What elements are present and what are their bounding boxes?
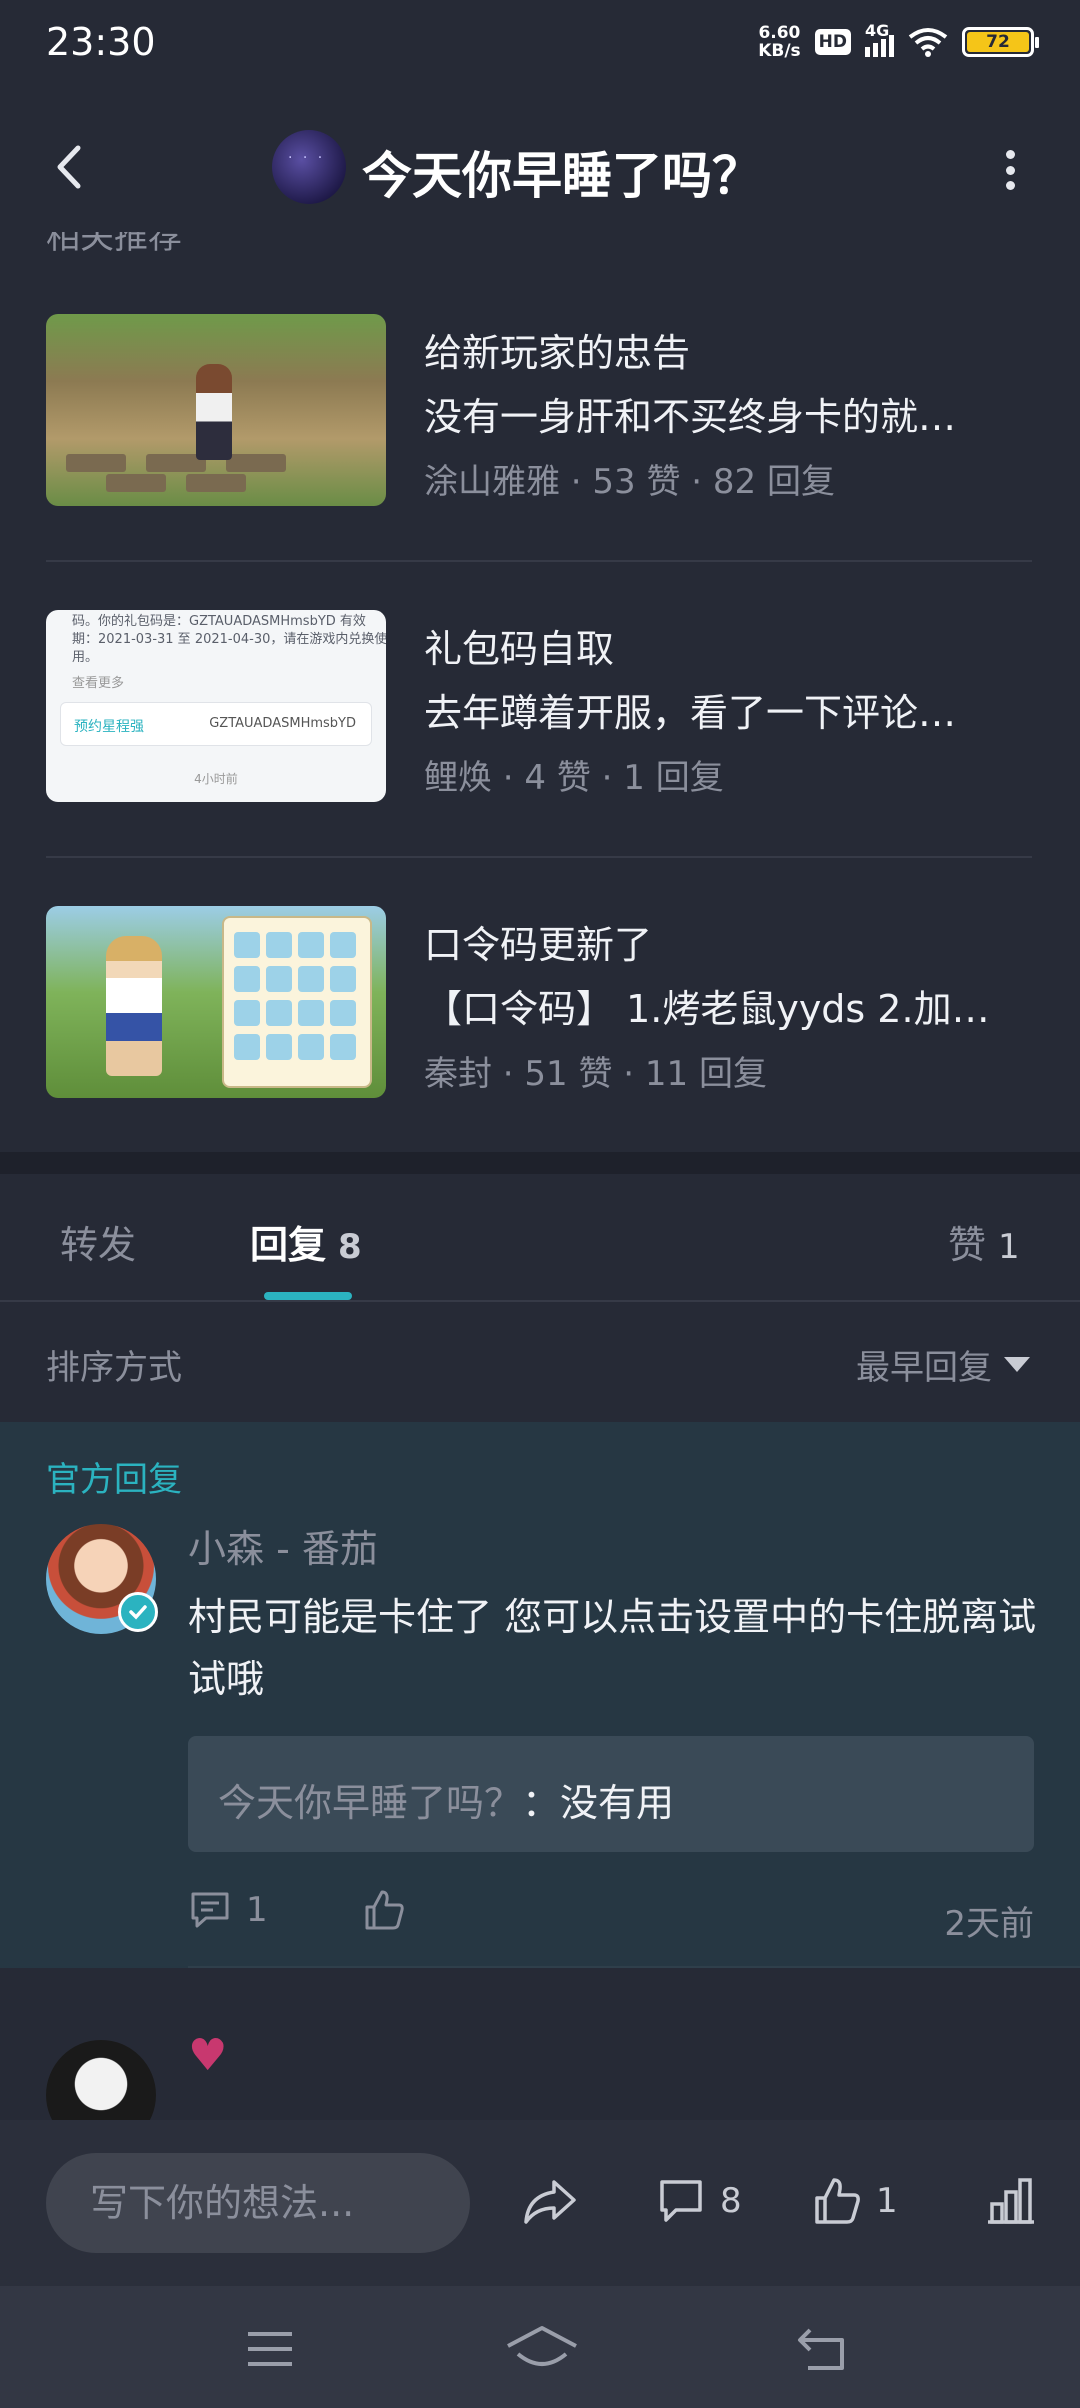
verified-badge-icon	[118, 1592, 158, 1632]
comment-button[interactable]: 8	[656, 2176, 742, 2226]
sort-label: 排序方式	[46, 1348, 182, 1388]
more-icon[interactable]	[1000, 150, 1020, 190]
battery-icon: 72	[962, 27, 1039, 57]
tab-bar: 转发 回复 8 赞1	[0, 1174, 1080, 1300]
reply-text: 村民可能是卡住了 您可以点击设置中的卡住脱离试试哦	[188, 1595, 1037, 1701]
comment-input[interactable]	[90, 2153, 450, 2253]
post-title: 礼包码自取	[424, 627, 615, 671]
sort-dropdown[interactable]: 最早回复	[856, 1340, 1030, 1389]
system-nav-bar	[0, 2286, 1080, 2408]
tab-forward[interactable]: 转发	[60, 1214, 136, 1269]
official-reply-label: 官方回复	[46, 1460, 182, 1500]
post-meta: 秦封 · 51 赞 · 11 回复	[424, 1054, 767, 1094]
divider	[46, 560, 1032, 562]
reply-author[interactable]: 小森 - 番茄	[188, 1518, 378, 1573]
post-thumbnail	[46, 906, 386, 1098]
header: 今天你早睡了吗？	[0, 120, 1080, 216]
hd-icon: HD	[814, 29, 851, 55]
signal-icon: 4G	[865, 21, 894, 57]
post-excerpt: 没有一身肝和不买终身卡的就…	[424, 395, 957, 439]
divider	[188, 1966, 1080, 1968]
group-avatar[interactable]	[272, 130, 346, 204]
reply-time: 2天前	[944, 1904, 1034, 1944]
status-time: 23:30	[46, 20, 156, 64]
home-icon[interactable]	[504, 2324, 580, 2374]
like-button[interactable]: 1	[812, 2176, 898, 2226]
post-title: 给新玩家的忠告	[424, 331, 691, 375]
reply-actions: 1 2天前	[188, 1888, 1034, 1948]
status-bar: 23:30 6.60 KB/s HD 4G 72	[0, 0, 1080, 84]
post-title: 口令码更新了	[424, 923, 653, 967]
post-thumbnail: 码。你的礼包码是：GZTAUADASMHmsbYD 有效 期：2021-03-3…	[46, 610, 386, 802]
caret-down-icon	[1004, 1357, 1030, 1372]
wifi-icon	[908, 28, 948, 57]
sort-row: 排序方式 最早回复	[0, 1302, 1080, 1422]
tab-like[interactable]: 赞1	[948, 1214, 1020, 1269]
tab-indicator	[264, 1292, 352, 1300]
post-meta: 涂山雅雅 · 53 赞 · 82 回复	[424, 462, 835, 502]
post-thumbnail	[46, 314, 386, 506]
comment-icon	[191, 1892, 229, 1928]
bottom-action-bar: 8 1	[0, 2120, 1080, 2286]
status-icons: 6.60 KB/s HD 4G 72	[758, 21, 1039, 61]
thumbs-up-icon	[365, 1890, 404, 1930]
quote-author: 今天你早睡了吗？	[218, 1781, 523, 1825]
reply-like-button[interactable]	[362, 1888, 406, 1932]
back-icon[interactable]	[46, 142, 96, 192]
quoted-reply[interactable]: 今天你早睡了吗？：没有用	[188, 1736, 1034, 1852]
quote-text: ：没有用	[522, 1781, 675, 1825]
comment-input-container[interactable]	[46, 2153, 470, 2253]
bar-chart-icon	[988, 2178, 1034, 2224]
related-post[interactable]: 口令码更新了 【口令码】 1.烤老鼠yyds 2.加… 秦封 · 51 赞 · …	[46, 906, 1032, 1098]
related-post[interactable]: 码。你的礼包码是：GZTAUADASMHmsbYD 有效 期：2021-03-3…	[46, 610, 1032, 802]
net-speed: 6.60 KB/s	[758, 23, 801, 61]
share-icon	[524, 2180, 576, 2224]
related-post[interactable]: 给新玩家的忠告 没有一身肝和不买终身卡的就… 涂山雅雅 · 53 赞 · 82 …	[46, 314, 1032, 506]
stats-button[interactable]	[984, 2176, 1038, 2226]
share-button[interactable]	[522, 2176, 578, 2228]
post-excerpt: 去年蹲着开服，看了一下评论…	[424, 691, 957, 735]
page-title: 今天你早睡了吗？	[362, 147, 762, 205]
divider	[46, 856, 1032, 858]
heart-icon: ♥	[188, 2030, 228, 2081]
thumbs-up-icon	[815, 2178, 860, 2224]
comment-icon	[660, 2180, 702, 2222]
reply-comment-button[interactable]: 1	[188, 1888, 268, 1932]
menu-icon[interactable]	[240, 2324, 300, 2374]
back-nav-icon[interactable]	[794, 2324, 854, 2374]
official-reply: 官方回复 小森 - 番茄 村民可能是卡住了 您可以点击设置中的卡住脱离试试哦 今…	[0, 1422, 1080, 1968]
post-meta: 鲤焕 · 4 赞 · 1 回复	[424, 758, 724, 798]
tab-reply[interactable]: 回复 8	[250, 1214, 362, 1269]
related-section-label: 相关推荐	[46, 232, 182, 256]
section-separator	[0, 1152, 1080, 1174]
post-excerpt: 【口令码】 1.烤老鼠yyds 2.加…	[424, 987, 990, 1031]
